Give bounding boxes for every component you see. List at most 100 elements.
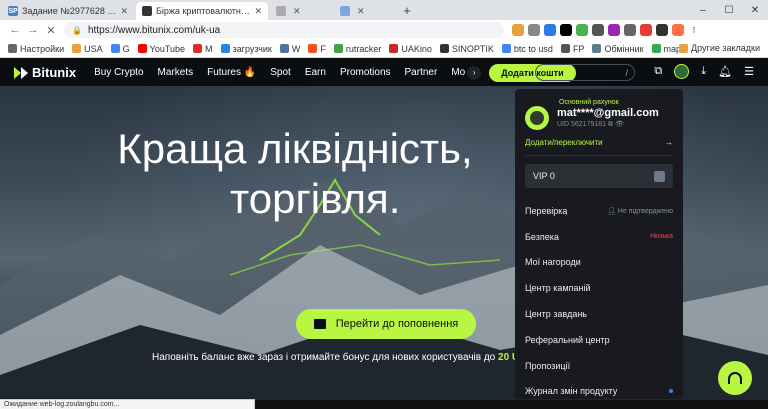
browser-tab-strip: SP Задание №2977628 - просмотр з ✕ Біржа… — [0, 0, 768, 20]
menu-dots-icon[interactable]: ⋮ — [688, 24, 700, 36]
account-info: mat****@gmail.com UID 562179181 ⧉ 👁︎ — [525, 106, 673, 130]
url-text: https://www.bitunix.com/uk-ua — [87, 24, 221, 36]
nav-futures[interactable]: Futures 🔥 — [207, 67, 256, 78]
menu-item-verification[interactable]: Перевірка 👤︎ Не підтверджено — [525, 198, 673, 224]
nav-promotions[interactable]: Promotions — [340, 67, 391, 78]
browser-tab[interactable]: ✕ — [270, 2, 332, 20]
extension-icon[interactable] — [560, 24, 572, 36]
extension-icon[interactable] — [592, 24, 604, 36]
bookmark-item[interactable]: Обмінник — [592, 44, 644, 54]
browser-tab-active[interactable]: Біржа криптовалютних деривати ✕ — [136, 2, 268, 20]
bell-icon[interactable]: 🔔︎ — [718, 65, 732, 78]
avatar-face-icon — [530, 111, 544, 125]
nav-earn[interactable]: Earn — [305, 67, 326, 78]
close-tab-icon[interactable]: ✕ — [357, 6, 365, 17]
headset-icon — [728, 372, 742, 384]
close-tab-icon[interactable]: ✕ — [120, 6, 128, 17]
bookmark-item[interactable]: W — [279, 44, 300, 54]
bookmark-item[interactable]: SINOPTIK — [439, 44, 494, 54]
nav-markets[interactable]: Markets — [158, 67, 194, 78]
menu-item-security[interactable]: Безпека Низька — [525, 224, 673, 250]
copy-icon[interactable]: ⧉ — [608, 121, 613, 128]
nav-partner[interactable]: Partner — [405, 67, 438, 78]
download-icon[interactable]: ⤓ — [701, 65, 706, 78]
exchange-icon — [592, 44, 602, 53]
extension-icon[interactable] — [544, 24, 556, 36]
bookmark-item[interactable]: G — [110, 44, 130, 54]
page: Bitunix Buy Crypto Markets Futures 🔥 Spo… — [0, 59, 768, 400]
eye-icon[interactable]: 👁︎ — [615, 121, 624, 128]
brand-name: Bitunix — [32, 65, 77, 80]
uakino-icon — [389, 44, 399, 53]
other-bookmarks[interactable]: Другие закладки — [679, 43, 760, 53]
search-input[interactable]: ⌕ / — [535, 64, 635, 81]
close-tab-icon[interactable]: ✕ — [254, 6, 262, 17]
profile-avatar-icon[interactable] — [672, 24, 684, 36]
bookmark-item[interactable]: F — [308, 44, 326, 54]
extension-icon[interactable] — [608, 24, 620, 36]
url-field[interactable]: 🔒 https://www.bitunix.com/uk-ua — [64, 22, 504, 38]
go-to-deposit-button[interactable]: Перейти до поповнення — [296, 309, 476, 339]
nav-spot[interactable]: Spot — [270, 67, 291, 78]
thermometer-icon — [439, 44, 449, 53]
hero-line-1: Краща ліквідність, — [117, 125, 473, 172]
minimize-icon[interactable]: – — [690, 0, 716, 20]
lock-icon[interactable]: 🔒 — [72, 26, 82, 35]
bookmark-item[interactable]: M — [193, 44, 213, 54]
brand-logo[interactable]: Bitunix — [14, 65, 76, 80]
window-controls: – ☐ ✕ — [690, 0, 768, 20]
browser-tab[interactable]: SP Задание №2977628 - просмотр з ✕ — [2, 2, 134, 20]
bookmark-item[interactable]: rutracker — [333, 44, 381, 54]
extensions: ⋮ — [512, 24, 700, 36]
user-avatar[interactable] — [674, 64, 690, 79]
bookmark-item[interactable]: USA — [72, 44, 103, 54]
menu-item-tasks[interactable]: Центр завдань — [525, 301, 673, 327]
gmail-icon — [193, 44, 203, 53]
forward-icon[interactable]: → — [24, 24, 42, 36]
site-header: Bitunix Buy Crypto Markets Futures 🔥 Spo… — [0, 59, 768, 86]
close-window-icon[interactable]: ✕ — [742, 0, 768, 20]
extension-icon[interactable] — [656, 24, 668, 36]
extension-icon[interactable] — [640, 24, 652, 36]
search-shortcut: / — [625, 67, 628, 78]
menu-item-rewards[interactable]: Мої нагороди — [525, 250, 673, 276]
search-icon: ⌕ — [542, 67, 548, 77]
bookmark-item[interactable]: FP — [560, 44, 584, 54]
add-switch-account[interactable]: Додати/переключити → — [525, 138, 673, 156]
menu-item-offers[interactable]: Пропозиції — [525, 353, 673, 379]
bookmark-item[interactable]: btc to usd — [501, 44, 553, 54]
hamburger-menu-icon[interactable]: ☰ — [744, 65, 754, 78]
close-tab-icon[interactable]: ✕ — [293, 6, 301, 17]
extension-icon[interactable] — [528, 24, 540, 36]
nav-more[interactable]: Mo — [451, 67, 465, 78]
bookmark-item[interactable]: Настройки — [8, 44, 64, 54]
maximize-icon[interactable]: ☐ — [716, 0, 742, 20]
vip-level[interactable]: VIP 0 — [525, 164, 673, 188]
stop-icon[interactable]: ✕ — [42, 24, 60, 37]
menu-item-campaigns[interactable]: Центр кампаній — [525, 275, 673, 301]
extension-icon[interactable] — [576, 24, 588, 36]
extension-icon[interactable] — [624, 24, 636, 36]
nav-scroll-right-icon[interactable]: › — [467, 65, 482, 80]
nav-buy-crypto[interactable]: Buy Crypto — [94, 67, 143, 78]
hero-line-2: торгівля. — [230, 174, 401, 222]
avatar[interactable] — [525, 106, 549, 130]
orders-icon[interactable]: ⧉ — [654, 65, 662, 78]
google-icon — [501, 44, 511, 53]
extension-icon[interactable] — [512, 24, 524, 36]
account-dropdown: Основний рахунок mat****@gmail.com UID 5… — [515, 89, 683, 399]
f-icon — [308, 44, 318, 53]
browser-tab[interactable]: ✕ — [334, 2, 396, 20]
menu-item-referral[interactable]: Реферальний центр — [525, 327, 673, 353]
account-uid: UID 562179181 ⧉ 👁︎ — [557, 121, 624, 128]
header-icons: ⧉ ⤓ 🔔︎ ☰ — [654, 64, 754, 79]
bookmark-item[interactable]: YouTube — [137, 44, 185, 54]
support-chat-button[interactable] — [718, 361, 752, 395]
bookmark-item[interactable]: загрузчик — [220, 44, 272, 54]
new-tab-button[interactable]: + — [398, 2, 416, 20]
tab-favicon-icon: SP — [8, 6, 18, 16]
back-icon[interactable]: ← — [6, 24, 24, 36]
bookmarks-bar: Настройки USA G YouTube M загрузчик W F … — [0, 40, 768, 58]
menu-item-changelog[interactable]: Журнал змін продукту — [525, 379, 673, 400]
bookmark-item[interactable]: UAKino — [389, 44, 432, 54]
